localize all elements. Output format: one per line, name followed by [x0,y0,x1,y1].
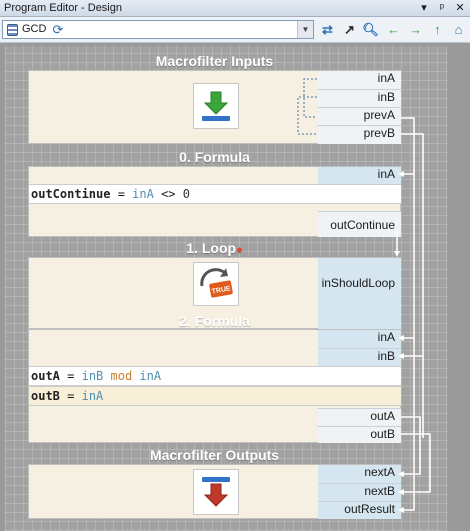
port-inA[interactable]: inA [318,71,401,89]
inputs-title: Macrofilter Inputs [155,53,274,69]
outputs-title: Macrofilter Outputs [149,447,280,463]
output-upload-icon [193,469,239,515]
database-icon [7,23,18,36]
formula2-line-2[interactable]: outB = inA [29,386,401,406]
loop-true-icon: TRUE [193,262,239,306]
formula2-port-inA[interactable]: inA [318,330,401,348]
loop-marker-icon: ● [236,244,243,256]
close-icon[interactable]: ✕ [454,0,466,16]
port-outResult[interactable]: outResult [318,501,401,519]
port-inB[interactable]: inB [318,89,401,107]
formula0-line-1[interactable]: outContinue = inA <> 0 [29,184,401,204]
inputs-block[interactable]: inA inB prevA prevB [28,70,401,144]
port-prevB[interactable]: prevB [318,125,401,144]
chevron-down-icon[interactable]: ▼ [297,21,313,38]
program-name: GCD [22,23,47,35]
formula2-port-inB[interactable]: inB [318,348,401,366]
toolbar: GCD ⟳ ▼ ⇄ ↗ 🔍︎ ← → ↑ ⌂ [0,17,470,43]
input-download-icon [193,83,239,129]
port-nextA[interactable]: nextA [318,465,401,483]
pin-icon[interactable]: ᵖ [436,0,448,16]
formula2-block[interactable]: inA inB outA = inB mod inA outB = inA ou… [28,329,401,443]
port-nextB[interactable]: nextB [318,483,401,501]
outputs-block[interactable]: nextA nextB outResult [28,464,401,519]
formula2-line-1[interactable]: outA = inB mod inA [29,366,401,386]
external-link-icon[interactable]: ↗ [340,20,359,39]
port-prevA[interactable]: prevA [318,107,401,125]
arrow-right-icon[interactable]: → [406,20,425,39]
formula0-title: 0. Formula [179,149,250,165]
formula0-port-inA[interactable]: inA [318,167,401,185]
arrow-left-icon[interactable]: ← [384,20,403,39]
magnifier-icon[interactable]: 🔍︎ [361,20,380,39]
refresh-icon[interactable]: ⟳ [52,21,63,38]
home-icon[interactable]: ⌂ [449,20,468,39]
formula2-port-outA[interactable]: outA [318,408,401,426]
window-title: Program Editor - Design [4,2,122,14]
formula0-block[interactable]: inA outContinue = inA <> 0 outContinue [28,166,401,237]
menu-dropdown-icon[interactable]: ▾ [418,0,430,16]
window-titlebar: Program Editor - Design ▾ ᵖ ✕ [0,0,470,17]
formula2-title: 2. Formula [179,313,250,329]
formula0-port-outContinue[interactable]: outContinue [318,211,401,237]
formula2-port-outB[interactable]: outB [318,426,401,443]
loop-title: 1. Loop● [186,240,243,256]
arrow-up-icon[interactable]: ↑ [428,20,447,39]
program-selector[interactable]: GCD ⟳ ▼ [2,20,314,39]
swap-icon[interactable]: ⇄ [318,20,337,39]
